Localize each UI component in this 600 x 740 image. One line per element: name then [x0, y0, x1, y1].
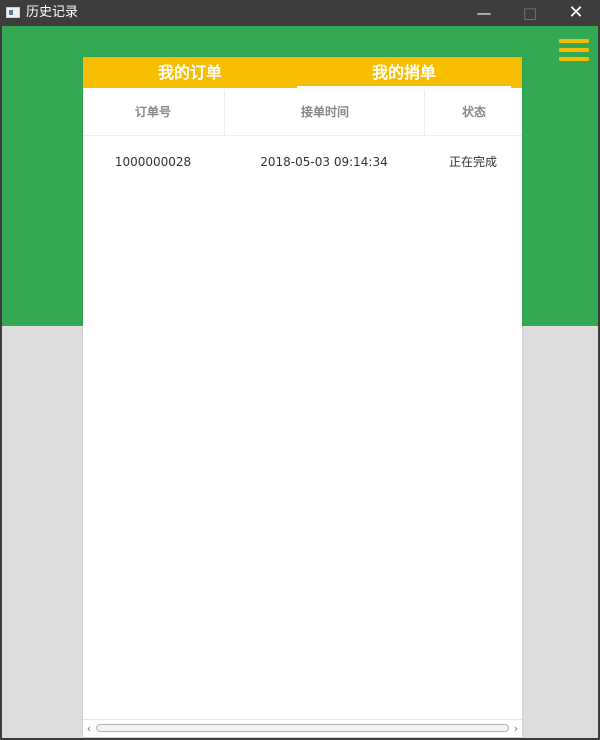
order-number-cell: 1000000028 — [114, 155, 192, 169]
title-bar[interactable]: 历史记录 — □ ✕ — [0, 0, 600, 26]
column-header-status: 状态 — [424, 90, 522, 135]
table-row[interactable]: 1000000028 2018-05-03 09:14:34 正在完成 — [83, 142, 522, 182]
menu-line-icon — [559, 57, 589, 61]
menu-line-icon — [559, 48, 589, 52]
scrollbar-thumb[interactable] — [96, 724, 509, 732]
order-history-panel: 我的订单 我的捎单 订单号 接单时间 状态 1000000028 2018-05… — [83, 57, 522, 737]
window-content: 我的订单 我的捎单 订单号 接单时间 状态 1000000028 2018-05… — [2, 26, 598, 738]
tab-my-carry-orders[interactable]: 我的捎单 — [297, 57, 511, 88]
app-window-icon — [6, 7, 20, 18]
status-cell: 正在完成 — [448, 155, 497, 169]
scroll-left-icon[interactable]: ‹ — [83, 720, 95, 737]
scroll-right-icon[interactable]: › — [510, 720, 522, 737]
selected-tab-indicator — [297, 86, 511, 88]
hamburger-menu-icon[interactable] — [559, 39, 589, 61]
maximize-button[interactable]: □ — [507, 0, 553, 26]
scrollbar-track[interactable] — [95, 724, 510, 732]
close-button[interactable]: ✕ — [553, 0, 599, 26]
menu-line-icon — [559, 39, 589, 43]
window-title: 历史记录 — [26, 5, 79, 20]
tab-my-orders[interactable]: 我的订单 — [83, 57, 297, 88]
horizontal-scrollbar[interactable]: ‹ › — [83, 719, 522, 737]
table-header: 订单号 接单时间 状态 — [83, 90, 522, 136]
accept-time-cell: 2018-05-03 09:14:34 — [260, 155, 388, 169]
order-tabs: 我的订单 我的捎单 — [83, 57, 522, 88]
app-window: 历史记录 — □ ✕ 我的订单 我的捎单 订单号 接单时间 状态 1000000… — [0, 0, 600, 740]
column-header-accept-time: 接单时间 — [224, 90, 425, 135]
column-header-order-number: 订单号 — [134, 105, 171, 119]
minimize-button[interactable]: — — [461, 0, 507, 26]
